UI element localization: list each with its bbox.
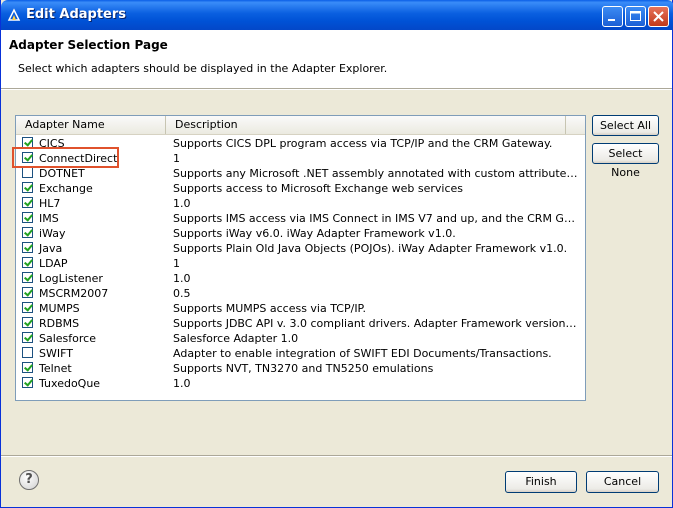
adapter-description: Supports CICS DPL program access via TCP…	[173, 137, 553, 150]
adapter-description: Adapter to enable integration of SWIFT E…	[173, 347, 552, 360]
adapter-description: 1.0	[173, 377, 191, 390]
adapter-checkbox[interactable]	[22, 332, 33, 343]
table-body: CICS Supports CICS DPL program access via…	[16, 136, 585, 391]
select-all-button[interactable]: Select All	[592, 115, 659, 136]
adapter-description: 1.0	[173, 197, 191, 210]
adapter-checkbox[interactable]	[22, 257, 33, 268]
adapter-checkbox[interactable]	[22, 347, 33, 358]
close-icon	[649, 11, 668, 29]
table-row[interactable]: LDAP 1	[16, 256, 585, 271]
adapter-name: LogListener	[39, 272, 103, 285]
adapter-name: MUMPS	[39, 302, 80, 315]
page-description: Select which adapters should be displaye…	[18, 62, 388, 75]
adapter-name: TuxedoQue	[39, 377, 101, 390]
maximize-button[interactable]	[625, 6, 646, 27]
finish-button[interactable]: Finish	[505, 471, 577, 493]
adapter-name: DOTNET	[39, 167, 85, 180]
adapter-name: MSCRM2007	[39, 287, 109, 300]
table-row[interactable]: Telnet Supports NVT, TN3270 and TN5250 em…	[16, 361, 585, 376]
table-row[interactable]: Exchange Supports access to Microsoft Exc…	[16, 181, 585, 196]
table-row[interactable]: MSCRM2007 0.5	[16, 286, 585, 301]
table-row[interactable]: HL7 1.0	[16, 196, 585, 211]
footer-separator-highlight	[1, 456, 672, 457]
table-row[interactable]: RDBMS Supports JDBC API v. 3.0 compliant …	[16, 316, 585, 331]
adapter-description: Supports JDBC API v. 3.0 compliant drive…	[173, 317, 578, 330]
adapter-name: SWIFT	[39, 347, 73, 360]
adapter-checkbox[interactable]	[22, 182, 33, 193]
adapter-checkbox[interactable]	[22, 272, 33, 283]
close-button[interactable]	[648, 6, 669, 27]
column-header-adapter-name[interactable]: Adapter Name	[16, 116, 166, 134]
adapter-description: Supports access to Microsoft Exchange we…	[173, 182, 463, 195]
adapter-description: Supports IMS access via IMS Connect in I…	[173, 212, 578, 225]
minimize-icon	[603, 16, 622, 29]
table-row[interactable]: TuxedoQue 1.0	[16, 376, 585, 391]
adapter-description: 1	[173, 152, 180, 165]
adapter-description: Salesforce Adapter 1.0	[173, 332, 299, 345]
adapter-checkbox[interactable]	[22, 242, 33, 253]
adapter-description: 1	[173, 257, 180, 270]
adapter-checkbox[interactable]	[22, 197, 33, 208]
adapter-checkbox[interactable]	[22, 362, 33, 373]
minimize-button[interactable]	[602, 6, 623, 27]
adapter-checkbox[interactable]	[22, 287, 33, 298]
table-row[interactable]: LogListener 1.0	[16, 271, 585, 286]
adapter-name: Salesforce	[39, 332, 96, 345]
selection-highlight	[12, 147, 119, 168]
adapter-name: Java	[39, 242, 63, 255]
adapter-description: 0.5	[173, 287, 191, 300]
table-row[interactable]: Salesforce Salesforce Adapter 1.0	[16, 331, 585, 346]
page-title: Adapter Selection Page	[9, 38, 168, 52]
cancel-button[interactable]: Cancel	[586, 471, 659, 493]
table-header: Adapter Name Description	[16, 116, 585, 135]
app-icon	[7, 8, 21, 22]
table-row[interactable]: SWIFT Adapter to enable integration of SW…	[16, 346, 585, 361]
table-row[interactable]: Java Supports Plain Old Java Objects (POJ…	[16, 241, 585, 256]
adapter-name: IMS	[39, 212, 59, 225]
adapter-description: Supports NVT, TN3270 and TN5250 emulatio…	[173, 362, 434, 375]
adapter-name: LDAP	[39, 257, 68, 270]
adapter-checkbox[interactable]	[22, 167, 33, 178]
adapter-checkbox[interactable]	[22, 227, 33, 238]
adapter-description: Supports any Microsoft .NET assembly ann…	[173, 167, 578, 180]
adapter-description: Supports iWay v6.0. iWay Adapter Framewo…	[173, 227, 456, 240]
adapter-name: HL7	[39, 197, 61, 210]
adapter-name: RDBMS	[39, 317, 80, 330]
maximize-icon	[626, 11, 645, 29]
adapter-name: Telnet	[39, 362, 72, 375]
table-row[interactable]: MUMPS Supports MUMPS access via TCP/IP.	[16, 301, 585, 316]
adapter-description: Supports Plain Old Java Objects (POJOs).…	[173, 242, 568, 255]
adapter-checkbox[interactable]	[22, 302, 33, 313]
header-separator	[1, 89, 672, 90]
page-header: Adapter Selection Page Select which adap…	[1, 30, 672, 89]
edit-adapters-dialog: Edit Adapters Adapter Selection Page Sel…	[0, 0, 673, 508]
adapter-checkbox[interactable]	[22, 212, 33, 223]
title-bar[interactable]: Edit Adapters	[1, 0, 673, 30]
adapter-description: Supports MUMPS access via TCP/IP.	[173, 302, 366, 315]
adapter-name: Exchange	[39, 182, 93, 195]
table-row[interactable]: IMS Supports IMS access via IMS Connect i…	[16, 211, 585, 226]
adapter-name: iWay	[39, 227, 66, 240]
table-row[interactable]: DOTNET Supports any Microsoft .NET assemb…	[16, 166, 585, 181]
column-header-description[interactable]: Description	[166, 116, 566, 134]
table-row[interactable]: iWay Supports iWay v6.0. iWay Adapter Fra…	[16, 226, 585, 241]
adapter-description: 1.0	[173, 272, 191, 285]
select-none-button[interactable]: Select None	[592, 143, 659, 179]
adapter-checkbox[interactable]	[22, 377, 33, 388]
window-title: Edit Adapters	[26, 7, 127, 22]
help-icon[interactable]: ?	[19, 470, 39, 490]
adapter-checkbox[interactable]	[22, 317, 33, 328]
